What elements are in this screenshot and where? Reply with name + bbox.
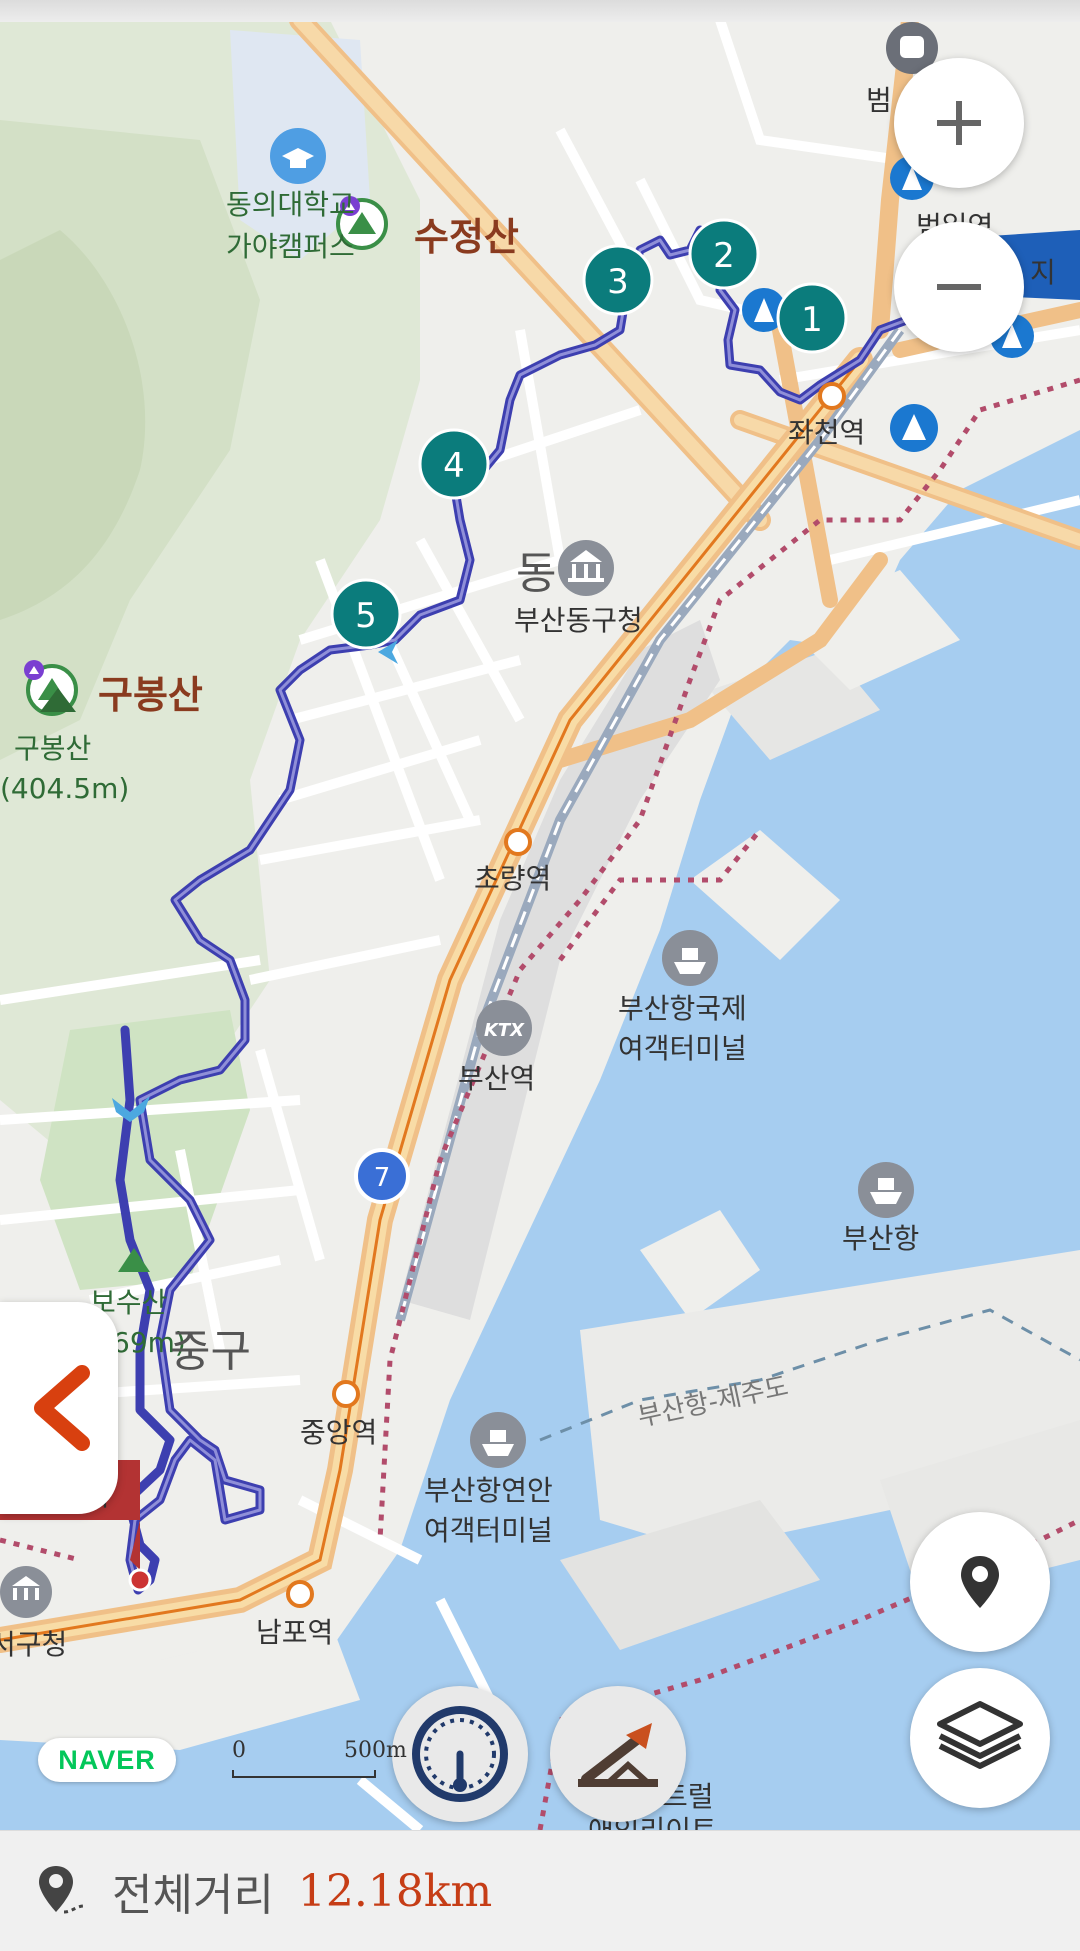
- waypoint-marker[interactable]: 4: [418, 428, 490, 500]
- zoom-in-button[interactable]: [894, 58, 1024, 188]
- elevation-icon: [578, 1723, 658, 1787]
- zoom-out-button[interactable]: [894, 222, 1024, 352]
- district-label: 동: [516, 548, 556, 599]
- speed-button[interactable]: [392, 1686, 528, 1822]
- place-label: 서구청: [0, 1628, 67, 1661]
- ktx-station-icon: KTX: [476, 1000, 532, 1056]
- waypoint-marker[interactable]: 3: [582, 244, 654, 316]
- scale-start: 0: [232, 1738, 246, 1763]
- svg-text:1: 1: [801, 300, 823, 340]
- svg-text:5: 5: [355, 596, 377, 636]
- ship-icon: [470, 1412, 526, 1468]
- station-marker: [818, 382, 846, 410]
- place-label: 부산항연안: [424, 1474, 553, 1507]
- status-bar-shadow: [0, 0, 1080, 22]
- ship-icon: [662, 930, 718, 986]
- campsite-icon: [890, 404, 938, 452]
- place-label: 부산항: [842, 1222, 919, 1255]
- place-label: 여객터미널: [424, 1514, 553, 1547]
- station-label: 초량역: [474, 862, 551, 895]
- naver-logo: NAVER: [38, 1738, 176, 1782]
- elevation-button[interactable]: [550, 1686, 686, 1822]
- station-label: 중앙역: [300, 1416, 377, 1449]
- back-button[interactable]: [0, 1302, 118, 1514]
- map-layers-button[interactable]: [910, 1668, 1050, 1808]
- mountain-label: 구봉산: [98, 673, 203, 717]
- svg-text:7: 7: [374, 1163, 391, 1193]
- summit-badge-icon: [24, 660, 44, 680]
- school-icon: [270, 128, 326, 184]
- scale-bar: [232, 1770, 376, 1778]
- place-label: 여객터미널: [618, 1032, 747, 1065]
- chevron-left-icon: [34, 1365, 90, 1451]
- place-label: 가야캠퍼스: [226, 230, 355, 263]
- map-scale: 0 500m: [232, 1738, 407, 1778]
- layers-icon: [937, 1701, 1023, 1769]
- station-marker: [332, 1380, 360, 1408]
- ship-icon: [858, 1162, 914, 1218]
- waypoint-marker[interactable]: 1: [776, 282, 848, 354]
- station-label: 부산역: [458, 1062, 535, 1095]
- location-pin-icon: [39, 1866, 85, 1914]
- total-distance-value: 12.18km: [297, 1865, 493, 1917]
- my-location-button[interactable]: [910, 1512, 1050, 1652]
- station-label: 좌천역: [788, 416, 865, 449]
- district-label: 중구: [170, 1326, 251, 1377]
- government-icon: [558, 540, 614, 596]
- total-distance-label: 전체거리: [112, 1870, 274, 1921]
- end-point: [128, 1568, 152, 1592]
- scale-end: 500m: [344, 1738, 407, 1763]
- highway-shield-icon: 7: [354, 1148, 410, 1204]
- place-label: 구봉산: [14, 732, 91, 765]
- speedometer-icon: [412, 1706, 508, 1802]
- location-pin-icon: [961, 1556, 999, 1608]
- station-label: 남포역: [256, 1616, 333, 1649]
- mountain-label: 수정산: [414, 215, 519, 259]
- place-label: 동의대학교: [226, 188, 355, 221]
- svg-text:KTX: KTX: [484, 1020, 525, 1041]
- plus-icon: [937, 101, 981, 145]
- station-marker: [504, 828, 532, 856]
- minus-icon: [937, 284, 981, 290]
- distance-summary-bar: 전체거리 12.18km: [0, 1830, 1080, 1951]
- waypoint-marker[interactable]: 5: [330, 578, 402, 650]
- station-marker: [286, 1580, 314, 1608]
- place-label: 부산동구청: [514, 604, 643, 637]
- place-label: (404.5m): [0, 772, 129, 805]
- svg-text:지: 지: [1030, 256, 1056, 289]
- svg-text:4: 4: [443, 446, 465, 486]
- government-icon: [0, 1566, 52, 1618]
- svg-text:2: 2: [713, 236, 735, 276]
- place-label: 범: [866, 84, 892, 117]
- svg-text:3: 3: [607, 262, 629, 302]
- waypoint-marker[interactable]: 2: [688, 218, 760, 290]
- place-label: 부산항국제: [618, 992, 747, 1025]
